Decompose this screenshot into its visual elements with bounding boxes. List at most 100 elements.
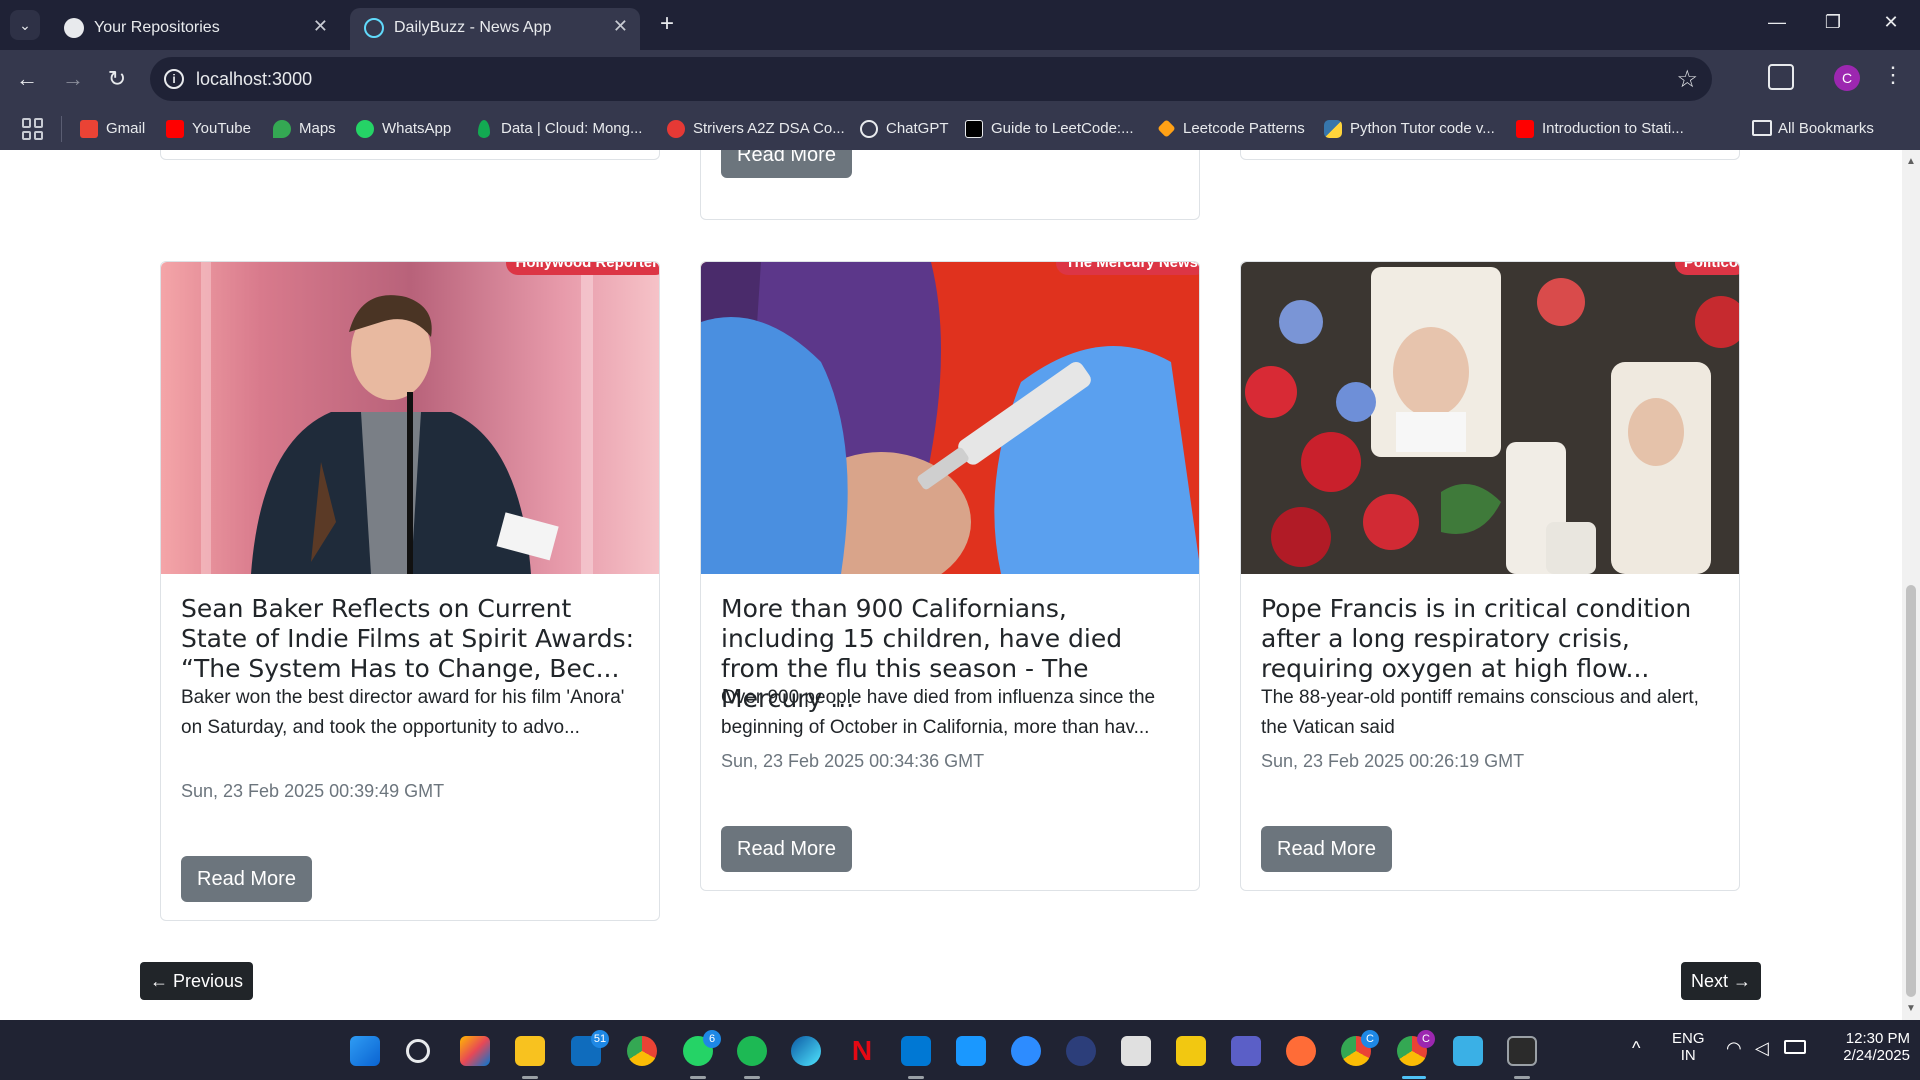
chrome-active-icon[interactable]: C xyxy=(1397,1030,1435,1066)
read-more-button[interactable]: Read More xyxy=(721,826,852,872)
close-window-button[interactable]: ✕ xyxy=(1876,12,1906,33)
minimize-button[interactable]: — xyxy=(1762,12,1792,33)
taskbar-running-indicator xyxy=(522,1076,538,1079)
react-icon xyxy=(364,18,384,38)
news-description: The 88-year-old pontiff remains consciou… xyxy=(1261,687,1699,738)
profile-avatar[interactable]: C xyxy=(1834,65,1860,91)
chrome-profile-badge: C xyxy=(1417,1030,1435,1048)
read-more-button[interactable]: Read More xyxy=(181,856,312,902)
tab-title: DailyBuzz - News App xyxy=(394,19,552,36)
taskbar-running-indicator xyxy=(908,1076,924,1079)
vscode-icon[interactable] xyxy=(901,1036,931,1066)
power-bi-icon[interactable] xyxy=(1176,1036,1206,1066)
tuf-icon xyxy=(667,120,685,138)
notepad-icon[interactable] xyxy=(1453,1036,1483,1066)
all-bookmarks-button[interactable]: All Bookmarks xyxy=(1752,120,1874,137)
taskbar-running-indicator xyxy=(690,1076,706,1079)
show-hidden-icons-icon[interactable]: ^ xyxy=(1632,1038,1640,1059)
wifi-icon[interactable]: ◠ xyxy=(1726,1038,1742,1059)
news-date: Sun, 23 Feb 2025 00:34:36 GMT xyxy=(721,751,985,771)
restore-button[interactable]: ❐ xyxy=(1818,12,1848,33)
news-card-partial: Read More xyxy=(700,150,1200,220)
bookmarks-bar: Gmail YouTube Maps WhatsApp Data | Cloud… xyxy=(0,108,1920,150)
reload-button[interactable]: ↻ xyxy=(102,64,132,94)
bookmark-star-icon[interactable]: ☆ xyxy=(1676,65,1698,94)
prime-video-icon[interactable] xyxy=(956,1036,986,1066)
bookmark-label: ChatGPT xyxy=(886,120,949,137)
back-button[interactable]: ← xyxy=(12,64,42,94)
address-bar[interactable]: i localhost:3000 ☆ xyxy=(150,57,1712,101)
page-scrollbar[interactable]: ▲ ▼ xyxy=(1902,150,1920,1020)
news-title: Pope Francis is in critical condition af… xyxy=(1261,594,1692,683)
tab-search-button[interactable]: ⌄ xyxy=(10,10,40,40)
eclipse-icon[interactable] xyxy=(1066,1036,1096,1066)
terminal-icon[interactable] xyxy=(1507,1036,1537,1066)
search-icon[interactable] xyxy=(406,1039,430,1063)
chrome-profile-badge: C xyxy=(1361,1030,1379,1048)
news-card-partial xyxy=(1240,150,1740,160)
region-code: IN xyxy=(1680,1047,1696,1064)
clock[interactable]: 12:30 PM 2/24/2025 xyxy=(1820,1030,1910,1064)
site-info-icon[interactable]: i xyxy=(164,69,184,89)
github-icon xyxy=(64,18,84,38)
python-icon xyxy=(1324,120,1342,138)
clock-date: 2/24/2025 xyxy=(1843,1047,1910,1064)
gmail-icon xyxy=(80,120,98,138)
read-more-button[interactable]: Read More xyxy=(721,150,852,178)
teams-icon[interactable] xyxy=(1231,1036,1261,1066)
volume-icon[interactable]: ◁ xyxy=(1755,1038,1769,1059)
taskbar-running-indicator xyxy=(1514,1076,1530,1079)
news-card-partial xyxy=(160,150,660,160)
next-page-button[interactable]: Next → xyxy=(1681,962,1762,1000)
battery-icon[interactable] xyxy=(1784,1040,1806,1054)
language-indicator[interactable]: ENG IN xyxy=(1672,1030,1705,1064)
postman-icon[interactable] xyxy=(1286,1036,1316,1066)
bookmarks-divider xyxy=(61,116,62,142)
news-card: The Mercury News More than 900 Californi… xyxy=(700,261,1200,891)
spotify-icon[interactable] xyxy=(737,1036,767,1066)
chrome-icon[interactable] xyxy=(627,1036,657,1066)
chrome-profile-icon[interactable]: C xyxy=(1341,1030,1379,1066)
mongodb-icon xyxy=(478,120,490,138)
news-description: Baker won the best director award for hi… xyxy=(181,687,625,738)
bookmark-label: Data | Cloud: Mong... xyxy=(501,120,643,137)
tab-your-repositories[interactable]: Your Repositories ✕ xyxy=(50,8,340,50)
news-date: Sun, 23 Feb 2025 00:26:19 GMT xyxy=(1261,751,1525,771)
file-explorer-icon[interactable] xyxy=(515,1036,545,1066)
whatsapp-icon xyxy=(356,120,374,138)
close-tab-icon[interactable]: ✕ xyxy=(313,16,328,37)
outlook-icon[interactable]: 51 xyxy=(571,1030,609,1066)
url-text[interactable]: localhost:3000 xyxy=(196,69,312,90)
all-bookmarks-label: All Bookmarks xyxy=(1778,120,1874,137)
whatsapp-icon[interactable]: 6 xyxy=(683,1030,721,1066)
youtube-icon xyxy=(1516,120,1534,138)
new-tab-button[interactable]: + xyxy=(652,10,682,40)
page-viewport: Read More Hollywood Reporter Sean Baker … xyxy=(0,150,1920,1020)
forward-button[interactable]: → xyxy=(58,64,88,94)
tab-dailybuzz[interactable]: DailyBuzz - News App ✕ xyxy=(350,8,640,50)
scroll-up-arrow-icon[interactable]: ▲ xyxy=(1906,156,1916,167)
apps-grid-icon[interactable] xyxy=(22,118,44,140)
scrollbar-thumb[interactable] xyxy=(1906,585,1916,997)
edge-icon[interactable] xyxy=(791,1036,821,1066)
source-badge: Hollywood Reporter xyxy=(506,262,659,275)
source-badge: Politico xyxy=(1674,262,1739,275)
previous-page-button[interactable]: ← Previous xyxy=(140,962,254,1000)
bookmark-label: Leetcode Patterns xyxy=(1183,120,1305,137)
windows-taskbar: 51 6 N C C ^ ENG IN ◠ ◁ 12:30 PM 2/24/20… xyxy=(0,1020,1920,1080)
start-windows-icon[interactable] xyxy=(350,1036,380,1066)
copilot-icon[interactable] xyxy=(460,1036,490,1066)
browser-menu-icon[interactable]: ⋮ xyxy=(1882,62,1904,88)
bookmark-label: WhatsApp xyxy=(382,120,452,137)
snipping-tool-icon[interactable] xyxy=(1121,1036,1151,1066)
bookmark-label: Python Tutor code v... xyxy=(1350,120,1495,137)
browser-toolbar: ← → ↻ i localhost:3000 ☆ C ⋮ xyxy=(0,50,1920,108)
netflix-icon[interactable]: N xyxy=(847,1036,877,1066)
close-tab-icon[interactable]: ✕ xyxy=(613,16,628,37)
scroll-down-arrow-icon[interactable]: ▼ xyxy=(1906,1003,1916,1014)
zoom-icon[interactable] xyxy=(1011,1036,1041,1066)
extensions-icon[interactable] xyxy=(1768,64,1794,90)
read-more-button[interactable]: Read More xyxy=(1261,826,1392,872)
taskbar-active-indicator xyxy=(1402,1076,1426,1079)
news-date: Sun, 23 Feb 2025 00:39:49 GMT xyxy=(181,781,445,801)
